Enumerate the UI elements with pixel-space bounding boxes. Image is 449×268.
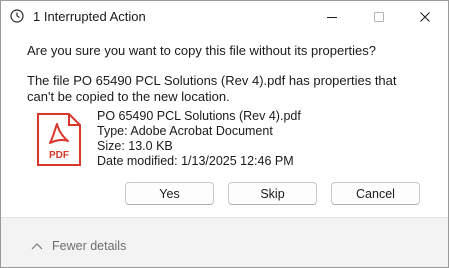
file-metadata: PO 65490 PCL Solutions (Rev 4).pdf Type:…: [97, 109, 301, 169]
file-name: PO 65490 PCL Solutions (Rev 4).pdf: [97, 109, 301, 123]
file-date-modified: Date modified: 1/13/2025 12:46 PM: [97, 154, 294, 168]
close-icon: [420, 11, 430, 22]
stopwatch-icon: [10, 9, 24, 23]
pdf-icon-label: PDF: [49, 150, 69, 161]
confirmation-question: Are you sure you want to copy this file …: [27, 43, 377, 58]
file-type: Type: Adobe Acrobat Document: [97, 124, 273, 138]
file-size: Size: 13.0 KB: [97, 139, 173, 153]
close-button[interactable]: [402, 1, 448, 32]
fewer-details-toggle[interactable]: Fewer details: [31, 238, 126, 254]
chevron-up-icon: [31, 243, 43, 250]
interrupted-action-dialog: 1 Interrupted Action Are you sure you wa…: [0, 0, 449, 268]
minimize-icon: [327, 16, 337, 18]
file-details: PDF PO 65490 PCL Solutions (Rev 4).pdf T…: [35, 109, 415, 173]
pdf-file-icon: PDF: [37, 113, 81, 166]
fewer-details-label: Fewer details: [52, 239, 127, 253]
skip-button[interactable]: Skip: [228, 182, 317, 205]
property-warning-message: The file PO 65490 PCL Solutions (Rev 4).…: [27, 73, 397, 104]
minimize-button[interactable]: [309, 1, 355, 32]
details-footer: Fewer details: [1, 217, 448, 267]
maximize-button[interactable]: [356, 1, 402, 32]
yes-button[interactable]: Yes: [125, 182, 214, 205]
cancel-button[interactable]: Cancel: [331, 182, 420, 205]
title-bar[interactable]: 1 Interrupted Action: [1, 1, 448, 32]
dialog-content: Are you sure you want to copy this file …: [1, 32, 448, 217]
maximize-icon: [374, 11, 384, 22]
window-title: 1 Interrupted Action: [33, 9, 146, 24]
